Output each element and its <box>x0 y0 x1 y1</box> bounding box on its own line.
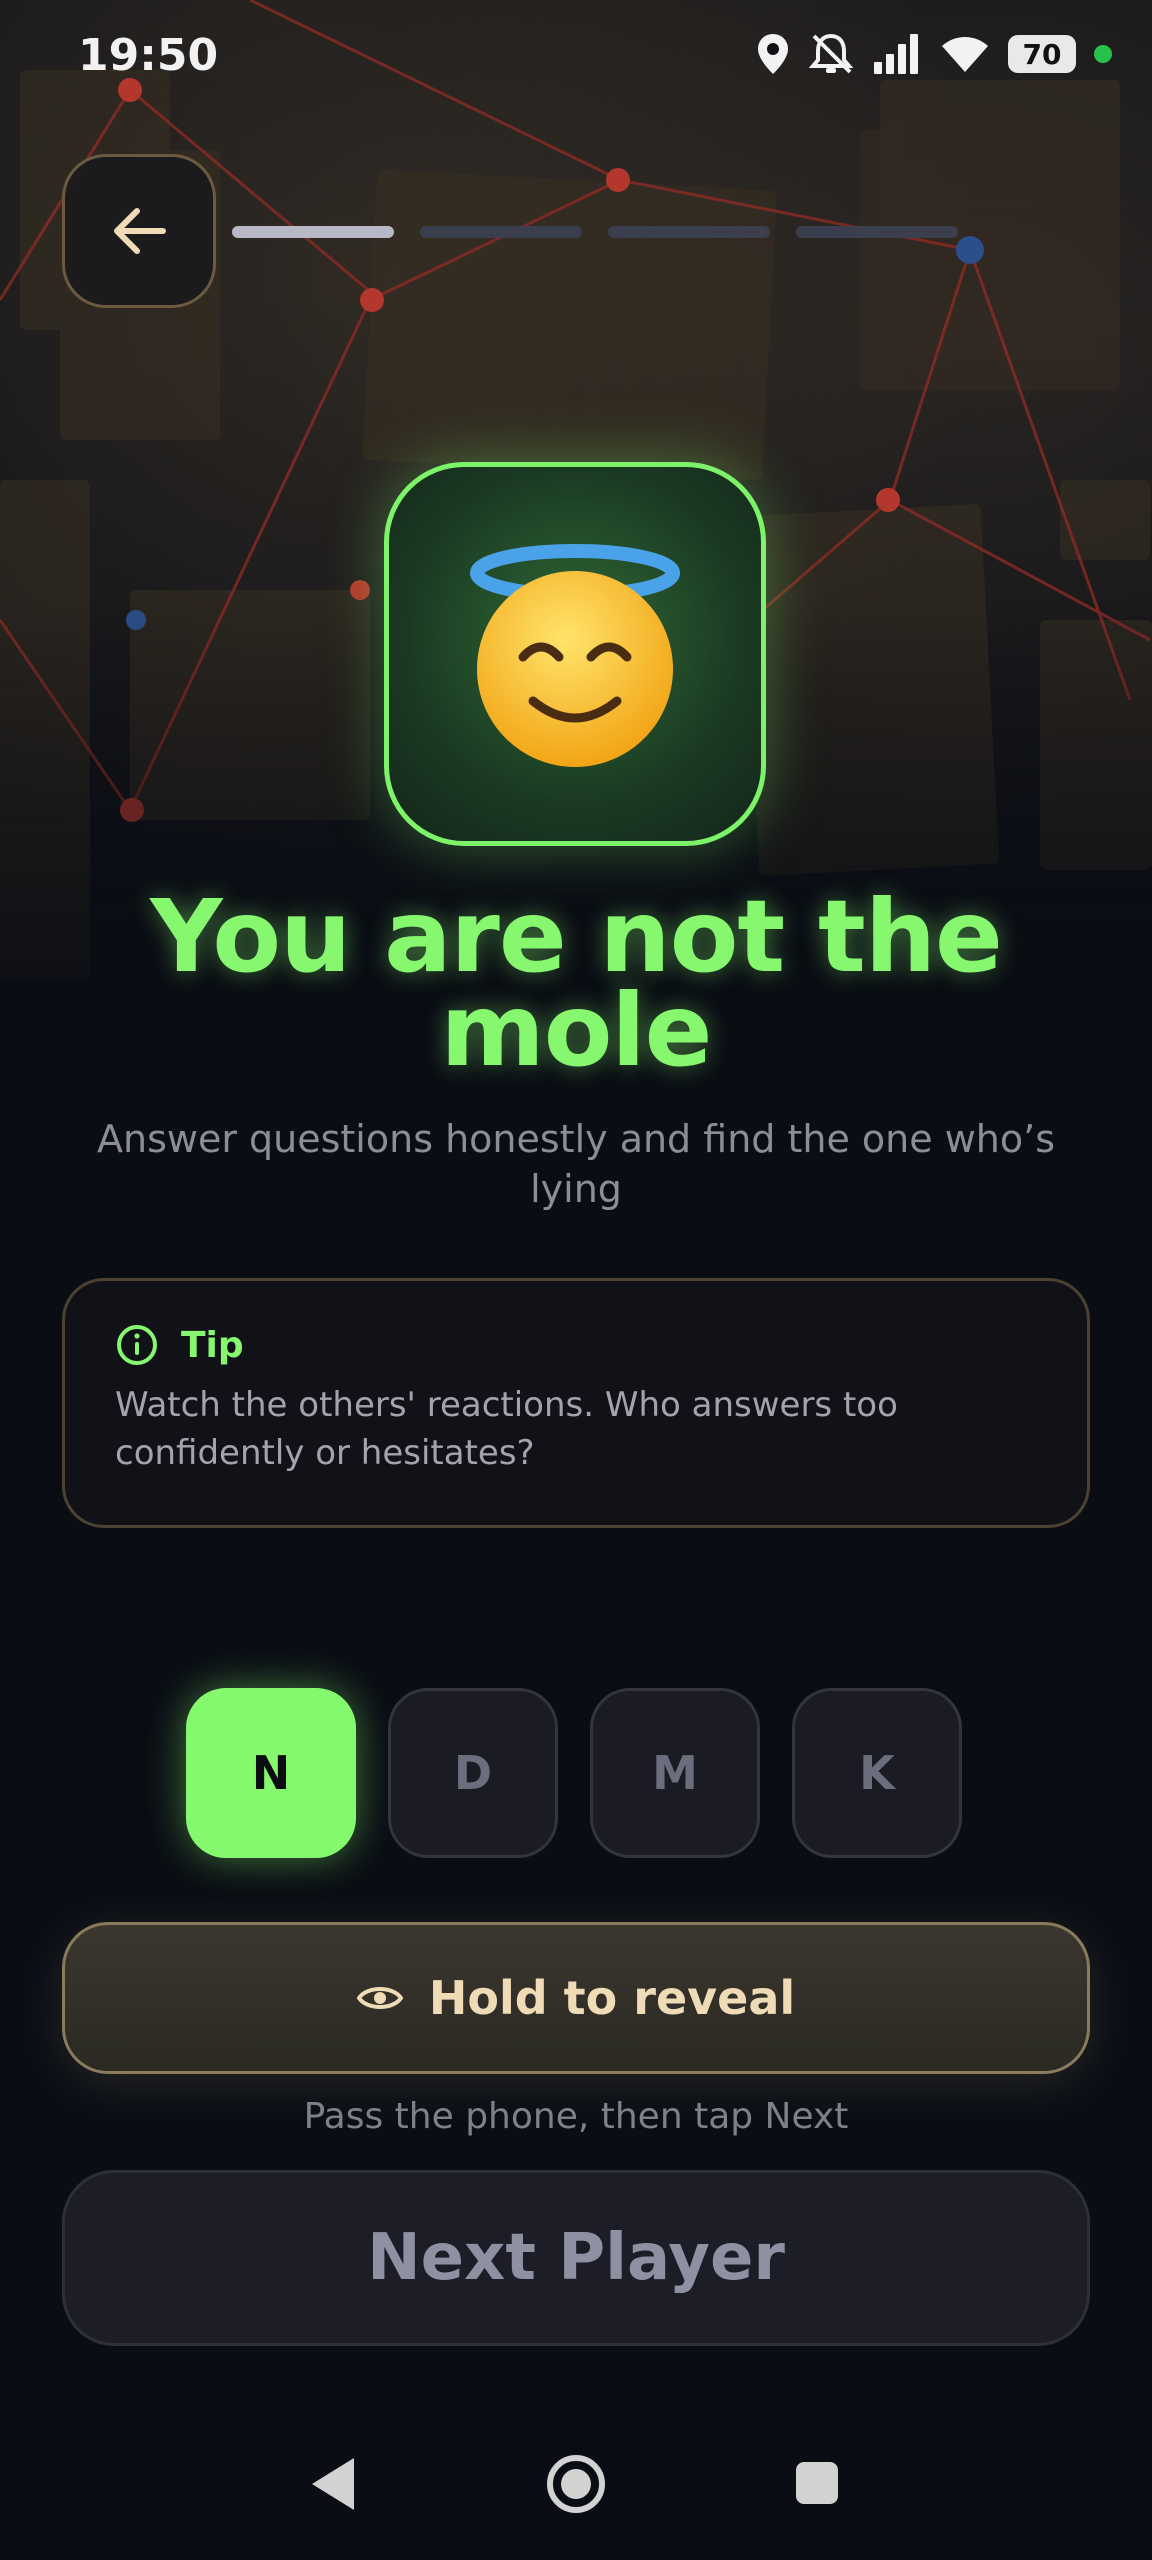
player-button-n[interactable]: N <box>186 1688 356 1858</box>
signal-icon <box>874 34 918 74</box>
privacy-indicator-dot <box>1094 45 1112 63</box>
player-button-d[interactable]: D <box>388 1688 558 1858</box>
role-description: Answer questions honestly and find the o… <box>96 1117 1055 1211</box>
nav-recents-icon[interactable] <box>796 2462 838 2504</box>
muted-bell-icon <box>808 33 854 74</box>
next-player-button[interactable]: Next Player <box>62 2170 1090 2346</box>
location-icon <box>758 34 788 74</box>
info-icon <box>117 1325 157 1365</box>
role-headline: You are not the mole <box>150 878 1003 1089</box>
status-time: 19:50 <box>78 30 219 81</box>
progress-segment-3 <box>608 226 770 238</box>
progress-segment-1 <box>232 226 394 238</box>
progress-segment-2 <box>420 226 582 238</box>
back-button[interactable] <box>62 154 216 308</box>
status-bar: 19:50 70 <box>0 0 1152 120</box>
step-progress <box>232 226 958 238</box>
smiling-face-with-halo-icon <box>470 544 680 767</box>
player-button-m[interactable]: M <box>590 1688 760 1858</box>
wifi-icon <box>942 37 988 72</box>
status-icons: 70 <box>756 32 1112 76</box>
tip-header: Tip <box>115 1323 1037 1367</box>
progress-segment-4 <box>796 226 958 238</box>
nav-home-icon[interactable] <box>544 2452 608 2516</box>
role-card <box>384 462 766 846</box>
hold-to-reveal-button[interactable]: Hold to reveal <box>62 1922 1090 2074</box>
player-button-k[interactable]: K <box>792 1688 962 1858</box>
arrow-left-icon <box>114 208 166 254</box>
nav-back-icon[interactable] <box>306 2454 360 2514</box>
eye-icon <box>356 1987 403 2009</box>
next-player-label: Next Player <box>367 2221 785 2295</box>
tip-card: Tip Watch the others' reactions. Who ans… <box>62 1278 1090 1528</box>
player-selector: N D M K <box>186 1688 962 1858</box>
hold-to-reveal-label: Hold to reveal <box>428 1971 796 2025</box>
pass-phone-hint: Pass the phone, then tap Next <box>303 2096 849 2137</box>
battery-icon: 70 <box>1008 35 1076 73</box>
tip-text: Watch the others' reactions. Who answers… <box>115 1385 898 1473</box>
tip-title: Tip <box>181 1324 244 1366</box>
system-navigation-bar <box>0 2440 1152 2560</box>
